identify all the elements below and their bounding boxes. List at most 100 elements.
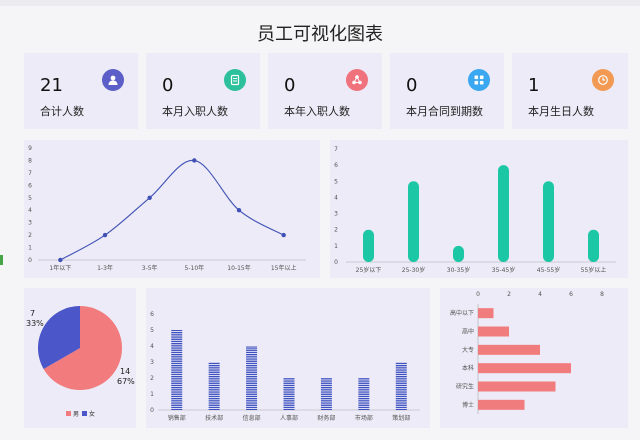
data-point: [281, 232, 286, 238]
x-tick-label: 5-10年: [185, 264, 205, 272]
stat-card-year-hires[interactable]: 0 本年入职人数: [268, 53, 382, 129]
education-bar: [478, 326, 509, 337]
education-bar: [478, 381, 556, 392]
department-bar: [283, 378, 295, 410]
x-tick-label: 3-5年: [142, 264, 158, 272]
clock-icon: [592, 69, 614, 91]
data-point: [236, 208, 242, 213]
y-tick-label: 研究生: [456, 383, 474, 391]
series-line: [60, 159, 284, 261]
slice-percent-label: 33%: [26, 319, 44, 328]
x-tick-label: 15年以上: [271, 264, 297, 272]
stat-label: 本年入职人数: [284, 105, 350, 118]
department-bar-chart-svg: 0 1 2 3 4 5 6 销售部 技术部 信息部 人事部 财务部 市场部 策划部: [150, 311, 420, 422]
stat-value: 0: [406, 75, 418, 96]
y-tick-label: 6: [150, 311, 154, 318]
y-tick-label: 3: [334, 211, 338, 218]
nodes-icon: [346, 69, 368, 91]
x-tick-label: 市场部: [355, 414, 373, 422]
x-tick-label: 财务部: [317, 414, 335, 422]
y-tick-label: 6: [334, 162, 338, 169]
edge-marker: [0, 255, 3, 265]
education-bar: [478, 399, 525, 410]
y-tick-label: 4: [28, 207, 32, 214]
users-icon: [102, 69, 124, 91]
data-point: [58, 257, 63, 263]
y-tick-label: 4: [334, 194, 338, 201]
y-tick-label: 大专: [462, 346, 474, 354]
age-bar-chart: 0 1 2 3 4 5 6 7 25岁以下 25-30岁 30-35岁 35-45岁 45-55岁 55岁…: [330, 140, 628, 278]
y-tick-label: 3: [28, 220, 32, 227]
age-bar: [498, 165, 509, 262]
y-tick-label: 2: [334, 227, 338, 234]
age-bar: [408, 181, 419, 262]
y-tick-label: 高中: [462, 328, 474, 336]
stat-card-birthdays[interactable]: 1 本月生日人数: [512, 53, 628, 129]
x-tick-label: 人事部: [280, 414, 298, 422]
education-bar-chart-svg: 0 2 4 6 8 高中以下高中大专本科研究生博士: [450, 291, 604, 414]
x-tick-label: 55岁以上: [581, 266, 607, 274]
y-tick-label: 本科: [462, 364, 474, 372]
y-tick-label: 9: [28, 145, 32, 152]
stat-value: 0: [162, 75, 174, 96]
data-point: [192, 158, 197, 163]
stat-card-month-hires[interactable]: 0 本月入职人数: [146, 53, 260, 129]
top-strip: [0, 0, 640, 6]
y-tick-label: 5: [150, 327, 154, 334]
stat-value: 0: [284, 75, 296, 96]
department-bar: [171, 330, 183, 410]
tenure-line-chart-svg: 0 1 2 3 4 5 6 7 8 9 1年以下 1-3年 3-5年 5-10年 10-15年 15年以上: [28, 145, 306, 272]
department-bar: [208, 362, 220, 410]
education-bar: [478, 308, 494, 319]
stat-card-total[interactable]: 21 合计人数: [24, 53, 138, 129]
y-tick-label: 高中以下: [450, 309, 474, 317]
x-tick-label: 技术部: [205, 414, 223, 422]
stat-value: 21: [40, 75, 63, 96]
age-bar-chart-svg: 0 1 2 3 4 5 6 7 25岁以下 25-30岁 30-35岁 35-45岁 45-55岁 55岁…: [334, 146, 616, 274]
y-tick-label: 1: [334, 243, 338, 250]
education-bar: [478, 344, 540, 355]
y-tick-label: 0: [28, 257, 32, 264]
x-tick-label: 45-55岁: [537, 266, 560, 274]
department-bar: [320, 378, 332, 410]
x-tick-label: 25-30岁: [402, 266, 425, 274]
y-tick-label: 7: [28, 170, 32, 177]
grid-icon: [468, 69, 490, 91]
education-bar: [478, 363, 571, 374]
data-point: [102, 232, 108, 238]
education-bar-chart: 0 2 4 6 8 高中以下 高中 大专 本科 研究生 博士: [440, 288, 628, 428]
x-tick-label: 25岁以下: [356, 266, 382, 274]
slice-value-label: 14: [120, 367, 130, 376]
stat-value: 1: [528, 75, 540, 96]
y-tick-label: 4: [150, 343, 154, 350]
y-tick-label: 5: [334, 178, 338, 185]
tenure-line-chart: 0 1 2 3 4 5 6 7 8 9 1年以下 1-3年 3-5年 5-10年 10-15年 15年以上: [24, 140, 320, 278]
legend-label: 男: [73, 411, 79, 418]
y-tick-label: 3: [150, 359, 154, 366]
x-tick-label: 4: [538, 291, 542, 298]
x-tick-label: 8: [600, 291, 604, 298]
page-title: 员工可视化图表: [257, 24, 383, 45]
slice-value-label: 7: [30, 309, 35, 318]
age-bar: [588, 229, 599, 262]
department-bar-chart: 0 1 2 3 4 5 6 销售部 技术部 信息部 人事部 财务部 市场部 策划部: [146, 288, 430, 428]
age-bar: [543, 181, 554, 262]
stat-card-contracts[interactable]: 0 本月合同到期数: [390, 53, 504, 129]
legend-label: 女: [89, 410, 95, 418]
x-tick-label: 35-45岁: [492, 266, 515, 274]
y-tick-label: 2: [28, 232, 32, 239]
department-bar: [246, 346, 258, 410]
x-tick-label: 2: [507, 291, 511, 298]
x-tick-label: 策划部: [392, 414, 410, 422]
y-tick-label: 6: [28, 182, 32, 189]
stat-label: 本月入职人数: [162, 105, 228, 118]
data-point: [147, 195, 152, 200]
y-tick-label: 0: [334, 259, 338, 266]
y-tick-label: 博士: [462, 401, 474, 409]
legend-swatch: [66, 411, 71, 416]
stat-label: 合计人数: [40, 105, 84, 118]
y-tick-label: 1: [28, 245, 32, 252]
y-tick-label: 8: [28, 157, 32, 164]
x-tick-label: 1-3年: [97, 264, 113, 272]
y-tick-label: 5: [28, 195, 32, 202]
